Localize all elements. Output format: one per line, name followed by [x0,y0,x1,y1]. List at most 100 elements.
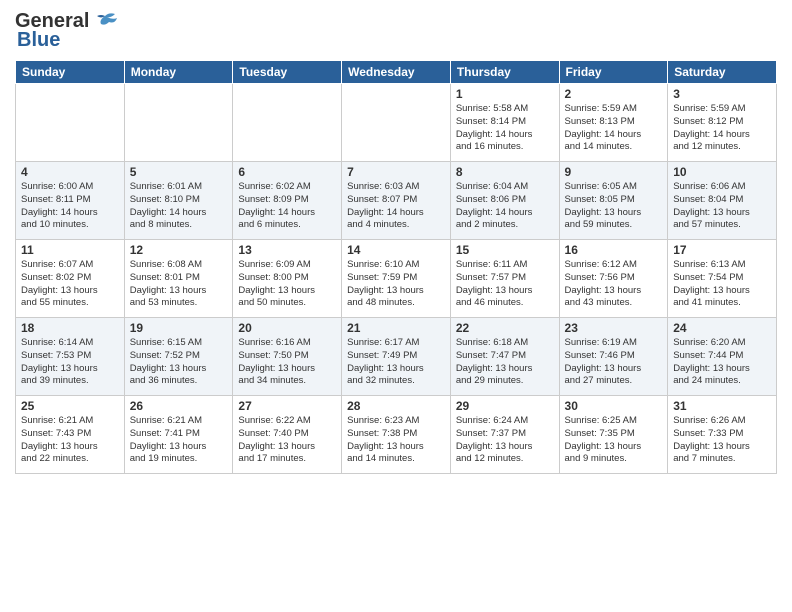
day-info: Sunrise: 6:12 AM Sunset: 7:56 PM Dayligh… [565,259,663,310]
day-number: 8 [456,165,554,179]
day-number: 26 [130,399,228,413]
calendar-cell: 26 Sunrise: 6:21 AM Sunset: 7:41 PM Dayli… [124,396,233,474]
day-info: Sunrise: 6:21 AM Sunset: 7:41 PM Dayligh… [130,415,228,466]
day-info: Sunrise: 6:02 AM Sunset: 8:09 PM Dayligh… [238,181,336,232]
day-number: 29 [456,399,554,413]
calendar-cell: 5 Sunrise: 6:01 AM Sunset: 8:10 PM Daylig… [124,162,233,240]
day-info: Sunrise: 6:15 AM Sunset: 7:52 PM Dayligh… [130,337,228,388]
day-info: Sunrise: 6:20 AM Sunset: 7:44 PM Dayligh… [673,337,771,388]
calendar-table: SundayMondayTuesdayWednesdayThursdayFrid… [15,60,777,474]
calendar-cell [16,84,125,162]
day-number: 12 [130,243,228,257]
calendar-cell [124,84,233,162]
calendar-cell: 27 Sunrise: 6:22 AM Sunset: 7:40 PM Dayli… [233,396,342,474]
day-number: 24 [673,321,771,335]
calendar-cell: 31Sunrise: 6:26 AM Sunset: 7:33 PM Dayli… [668,396,777,474]
day-number: 6 [238,165,336,179]
day-info: Sunrise: 6:19 AM Sunset: 7:46 PM Dayligh… [565,337,663,388]
calendar-cell: 22 Sunrise: 6:18 AM Sunset: 7:47 PM Dayli… [450,318,559,396]
calendar-cell: 23 Sunrise: 6:19 AM Sunset: 7:46 PM Dayli… [559,318,668,396]
weekday-header-saturday: Saturday [668,61,777,84]
calendar-cell: 12 Sunrise: 6:08 AM Sunset: 8:01 PM Dayli… [124,240,233,318]
calendar-cell: 25 Sunrise: 6:21 AM Sunset: 7:43 PM Dayli… [16,396,125,474]
week-row-5: 25 Sunrise: 6:21 AM Sunset: 7:43 PM Dayli… [16,396,777,474]
calendar-cell: 30 Sunrise: 6:25 AM Sunset: 7:35 PM Dayli… [559,396,668,474]
day-number: 22 [456,321,554,335]
day-info: Sunrise: 6:06 AM Sunset: 8:04 PM Dayligh… [673,181,771,232]
calendar-cell: 28 Sunrise: 6:23 AM Sunset: 7:38 PM Dayli… [342,396,451,474]
calendar-cell: 4 Sunrise: 6:00 AM Sunset: 8:11 PM Daylig… [16,162,125,240]
day-number: 18 [21,321,119,335]
day-info: Sunrise: 6:10 AM Sunset: 7:59 PM Dayligh… [347,259,445,310]
calendar-cell: 8Sunrise: 6:04 AM Sunset: 8:06 PM Daylig… [450,162,559,240]
day-info: Sunrise: 6:03 AM Sunset: 8:07 PM Dayligh… [347,181,445,232]
logo-blue: Blue [17,29,60,52]
day-number: 4 [21,165,119,179]
page: General Blue SundayMondayTuesdayWednesda… [0,0,792,612]
weekday-header-row: SundayMondayTuesdayWednesdayThursdayFrid… [16,61,777,84]
weekday-header-wednesday: Wednesday [342,61,451,84]
day-number: 17 [673,243,771,257]
calendar-cell: 3 Sunrise: 5:59 AM Sunset: 8:12 PM Daylig… [668,84,777,162]
day-info: Sunrise: 6:21 AM Sunset: 7:43 PM Dayligh… [21,415,119,466]
day-info: Sunrise: 6:08 AM Sunset: 8:01 PM Dayligh… [130,259,228,310]
day-info: Sunrise: 6:22 AM Sunset: 7:40 PM Dayligh… [238,415,336,466]
day-number: 1 [456,87,554,101]
day-info: Sunrise: 6:01 AM Sunset: 8:10 PM Dayligh… [130,181,228,232]
weekday-header-sunday: Sunday [16,61,125,84]
calendar-cell: 6 Sunrise: 6:02 AM Sunset: 8:09 PM Daylig… [233,162,342,240]
header: General Blue [15,10,777,52]
day-number: 28 [347,399,445,413]
day-info: Sunrise: 6:17 AM Sunset: 7:49 PM Dayligh… [347,337,445,388]
logo-bird-icon [91,12,119,32]
week-row-1: 1Sunrise: 5:58 AM Sunset: 8:14 PM Daylig… [16,84,777,162]
calendar-cell [233,84,342,162]
calendar-cell: 9 Sunrise: 6:05 AM Sunset: 8:05 PM Daylig… [559,162,668,240]
day-info: Sunrise: 6:05 AM Sunset: 8:05 PM Dayligh… [565,181,663,232]
calendar-cell: 17Sunrise: 6:13 AM Sunset: 7:54 PM Dayli… [668,240,777,318]
weekday-header-friday: Friday [559,61,668,84]
calendar-cell: 1Sunrise: 5:58 AM Sunset: 8:14 PM Daylig… [450,84,559,162]
calendar-cell [342,84,451,162]
day-number: 21 [347,321,445,335]
day-number: 25 [21,399,119,413]
day-info: Sunrise: 6:07 AM Sunset: 8:02 PM Dayligh… [21,259,119,310]
day-info: Sunrise: 6:18 AM Sunset: 7:47 PM Dayligh… [456,337,554,388]
day-info: Sunrise: 6:14 AM Sunset: 7:53 PM Dayligh… [21,337,119,388]
day-number: 11 [21,243,119,257]
day-number: 15 [456,243,554,257]
calendar-cell: 11 Sunrise: 6:07 AM Sunset: 8:02 PM Dayli… [16,240,125,318]
weekday-header-tuesday: Tuesday [233,61,342,84]
day-number: 3 [673,87,771,101]
day-info: Sunrise: 5:59 AM Sunset: 8:13 PM Dayligh… [565,103,663,154]
day-number: 10 [673,165,771,179]
calendar-cell: 18 Sunrise: 6:14 AM Sunset: 7:53 PM Dayli… [16,318,125,396]
week-row-4: 18 Sunrise: 6:14 AM Sunset: 7:53 PM Dayli… [16,318,777,396]
day-number: 27 [238,399,336,413]
week-row-2: 4 Sunrise: 6:00 AM Sunset: 8:11 PM Daylig… [16,162,777,240]
day-info: Sunrise: 6:26 AM Sunset: 7:33 PM Dayligh… [673,415,771,466]
day-info: Sunrise: 6:11 AM Sunset: 7:57 PM Dayligh… [456,259,554,310]
day-info: Sunrise: 6:00 AM Sunset: 8:11 PM Dayligh… [21,181,119,232]
day-info: Sunrise: 5:59 AM Sunset: 8:12 PM Dayligh… [673,103,771,154]
day-number: 23 [565,321,663,335]
day-number: 13 [238,243,336,257]
day-info: Sunrise: 6:23 AM Sunset: 7:38 PM Dayligh… [347,415,445,466]
day-number: 9 [565,165,663,179]
calendar-cell: 24 Sunrise: 6:20 AM Sunset: 7:44 PM Dayli… [668,318,777,396]
logo: General Blue [15,10,119,52]
calendar-cell: 29 Sunrise: 6:24 AM Sunset: 7:37 PM Dayli… [450,396,559,474]
day-number: 19 [130,321,228,335]
calendar-cell: 20Sunrise: 6:16 AM Sunset: 7:50 PM Dayli… [233,318,342,396]
day-info: Sunrise: 6:25 AM Sunset: 7:35 PM Dayligh… [565,415,663,466]
calendar-cell: 7 Sunrise: 6:03 AM Sunset: 8:07 PM Daylig… [342,162,451,240]
day-info: Sunrise: 6:24 AM Sunset: 7:37 PM Dayligh… [456,415,554,466]
day-number: 5 [130,165,228,179]
day-number: 16 [565,243,663,257]
day-info: Sunrise: 6:09 AM Sunset: 8:00 PM Dayligh… [238,259,336,310]
weekday-header-monday: Monday [124,61,233,84]
week-row-3: 11 Sunrise: 6:07 AM Sunset: 8:02 PM Dayli… [16,240,777,318]
weekday-header-thursday: Thursday [450,61,559,84]
day-number: 7 [347,165,445,179]
day-number: 30 [565,399,663,413]
